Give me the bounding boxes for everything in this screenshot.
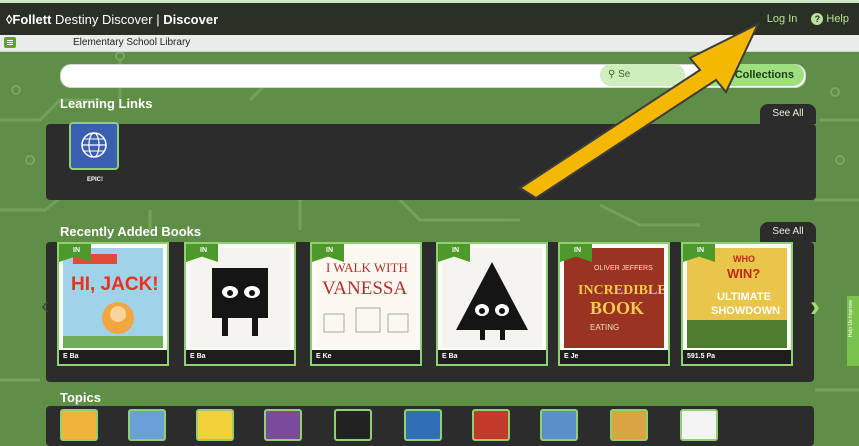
help-icon: ?: [811, 13, 824, 25]
topic-tile[interactable]: [196, 409, 234, 441]
book-cover: [190, 248, 290, 348]
topic-tile[interactable]: [404, 409, 442, 441]
globe-icon: [81, 132, 107, 158]
topic-tile[interactable]: [540, 409, 578, 441]
learning-links-panel: [46, 124, 816, 200]
svg-text:EATING: EATING: [590, 323, 619, 332]
recent-books-title: Recently Added Books: [60, 224, 202, 239]
topic-tile[interactable]: [60, 409, 98, 441]
epic-tile[interactable]: [69, 122, 119, 170]
topics-title: Topics: [60, 390, 101, 405]
topic-tile[interactable]: [472, 409, 510, 441]
book-card[interactable]: HI, JACK! IN E Ba: [57, 242, 169, 366]
book-cover: I WALK WITH VANESSA: [316, 248, 416, 348]
book-card[interactable]: IN E Ba: [184, 242, 296, 366]
top-links: Log In ? Help: [767, 13, 849, 25]
topic-tile[interactable]: [610, 409, 648, 441]
epic-label: EPIC!: [87, 177, 104, 183]
book-cover: HI, JACK!: [63, 248, 163, 348]
help-link[interactable]: ? Help: [811, 13, 849, 25]
learning-links-title: Learning Links: [60, 96, 153, 111]
call-number: E Je: [560, 350, 668, 364]
product-name: Destiny Discover: [55, 12, 153, 27]
topic-tile[interactable]: [128, 409, 166, 441]
learning-links-see-all[interactable]: See All: [760, 104, 816, 124]
book-card[interactable]: I WALK WITH VANESSA IN E Ke: [310, 242, 422, 366]
svg-text:WHO: WHO: [733, 254, 755, 264]
library-bar: Elementary School Library: [0, 35, 859, 52]
carousel-next-icon[interactable]: ›: [810, 290, 820, 324]
brand[interactable]: ◊Follett Destiny Discover | Discover: [6, 12, 218, 27]
book-cover: [442, 248, 542, 348]
svg-text:VANESSA: VANESSA: [322, 278, 407, 299]
section-name: Discover: [163, 12, 219, 27]
topic-tile[interactable]: [334, 409, 372, 441]
svg-text:OLIVER JEFFERS: OLIVER JEFFERS: [594, 265, 653, 272]
search-button[interactable]: ⚲ Se: [600, 64, 685, 86]
book-card[interactable]: WHO WIN? ULTIMATE SHOWDOWN IN 591.5 Pa: [681, 242, 793, 366]
menu-icon[interactable]: [4, 37, 16, 48]
recent-books-see-all[interactable]: See All: [760, 222, 816, 242]
library-name: Elementary School Library: [73, 37, 191, 48]
svg-text:INCREDIBLE: INCREDIBLE: [578, 283, 664, 298]
call-number: E Ba: [186, 350, 294, 364]
feedback-tab[interactable]: Help Us Improve: [847, 296, 859, 366]
svg-text:SHOWDOWN: SHOWDOWN: [711, 305, 780, 317]
svg-text:I WALK WITH: I WALK WITH: [326, 260, 408, 275]
topic-tile[interactable]: [680, 409, 718, 441]
book-card[interactable]: IN E Ba: [436, 242, 548, 366]
brand-separator: |: [156, 12, 160, 27]
follett-logo: ◊Follett: [6, 12, 52, 27]
help-label: Help: [826, 13, 849, 25]
svg-text:ULTIMATE: ULTIMATE: [717, 291, 771, 303]
book-cover: WHO WIN? ULTIMATE SHOWDOWN: [687, 248, 787, 348]
svg-text:HI, JACK!: HI, JACK!: [71, 274, 159, 295]
topic-tile[interactable]: [264, 409, 302, 441]
search-input[interactable]: [60, 64, 806, 88]
book-card[interactable]: OLIVER JEFFERS INCREDIBLE BOOK EATING IN…: [558, 242, 670, 366]
call-number: 591.5 Pa: [683, 350, 791, 364]
call-number: E Ke: [312, 350, 420, 364]
login-link[interactable]: Log In: [767, 13, 798, 25]
top-nav-bar: ◊Follett Destiny Discover | Discover Log…: [0, 0, 859, 35]
feedback-tab-label: Help Us Improve: [848, 300, 854, 338]
call-number: E Ba: [59, 350, 167, 364]
search-button-label: Se: [618, 69, 631, 80]
carousel-prev-icon[interactable]: ‹: [41, 292, 49, 320]
book-cover: OLIVER JEFFERS INCREDIBLE BOOK EATING: [564, 248, 664, 348]
search-icon: ⚲: [608, 69, 619, 80]
call-number: E Ba: [438, 350, 546, 364]
collections-button[interactable]: ie Collections: [700, 64, 804, 86]
svg-text:BOOK: BOOK: [590, 298, 644, 318]
svg-text:WIN?: WIN?: [727, 266, 760, 281]
